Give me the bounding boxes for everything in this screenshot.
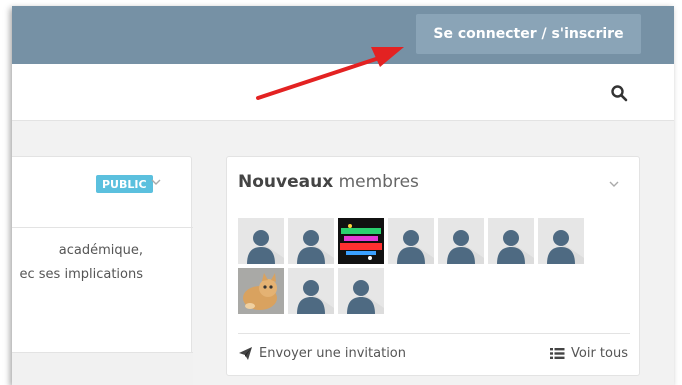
description-line: ec ses implications <box>19 267 144 282</box>
send-invitation-link[interactable]: Envoyer une invitation <box>238 346 406 361</box>
group-description: académique, ec ses implications <box>12 239 193 287</box>
members-title-light: membres <box>338 172 419 192</box>
view-all-link[interactable]: Voir tous <box>550 346 628 361</box>
member-avatar-default[interactable] <box>288 218 334 264</box>
member-avatar-default[interactable] <box>238 218 284 264</box>
member-avatar-default[interactable] <box>438 218 484 264</box>
user-silhouette-icon <box>238 218 284 264</box>
public-badge: PUBLIC <box>96 175 153 193</box>
navigation-bar <box>12 64 674 121</box>
send-invitation-label: Envoyer une invitation <box>259 346 406 361</box>
group-card: PUBLIC académique, ec ses implications <box>12 156 193 385</box>
card-divider <box>12 227 193 228</box>
app-window: Se connecter / s'inscrire PUBLIC académi… <box>12 6 674 385</box>
paper-plane-icon <box>239 347 252 360</box>
top-bar: Se connecter / s'inscrire <box>12 6 674 64</box>
member-avatar-default[interactable] <box>288 268 334 314</box>
user-silhouette-icon <box>288 268 334 314</box>
login-signup-button[interactable]: Se connecter / s'inscrire <box>416 14 641 54</box>
card-divider <box>238 333 630 334</box>
user-silhouette-icon <box>338 268 384 314</box>
new-members-card: Nouveaux membres Envoyer une invitation <box>226 156 640 376</box>
search-icon[interactable] <box>610 84 628 102</box>
view-all-label: Voir tous <box>571 346 628 361</box>
description-line: académique, <box>58 243 143 258</box>
card-footer <box>12 352 193 385</box>
chevron-down-icon[interactable] <box>149 175 163 189</box>
user-silhouette-icon <box>488 218 534 264</box>
member-avatar-photo[interactable] <box>238 268 284 314</box>
members-title: Nouveaux membres <box>238 172 419 192</box>
member-avatar-default[interactable] <box>538 218 584 264</box>
user-silhouette-icon <box>288 218 334 264</box>
member-avatar-photo[interactable] <box>338 218 384 264</box>
member-avatar-default[interactable] <box>338 268 384 314</box>
member-avatar-default[interactable] <box>388 218 434 264</box>
user-silhouette-icon <box>438 218 484 264</box>
user-silhouette-icon <box>538 218 584 264</box>
user-silhouette-icon <box>388 218 434 264</box>
chevron-down-icon[interactable] <box>607 177 621 191</box>
list-icon <box>550 348 565 359</box>
member-photo <box>238 268 284 314</box>
member-photo <box>338 218 384 264</box>
members-title-strong: Nouveaux <box>238 172 334 192</box>
member-avatar-default[interactable] <box>488 218 534 264</box>
